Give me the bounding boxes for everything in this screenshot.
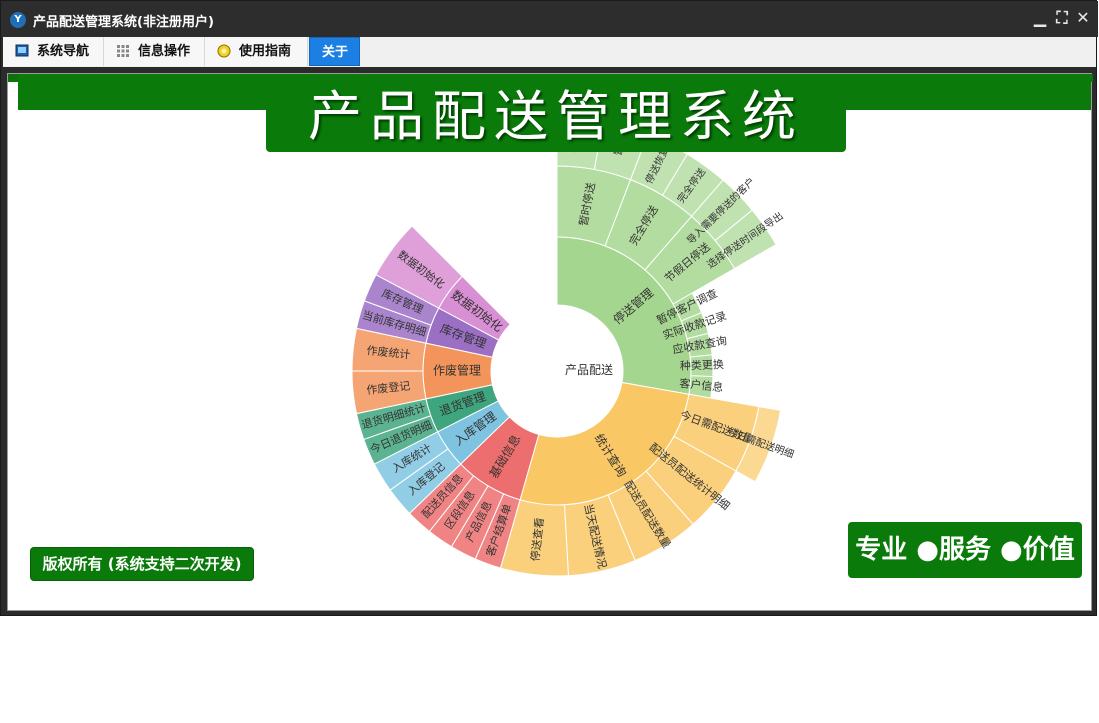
menu-user-guide[interactable]: 使用指南 <box>205 37 308 66</box>
menu-bar: 系统导航 信息操作 使用指南 关于 <box>3 37 1096 67</box>
menu-label: 关于 <box>322 45 349 60</box>
sunburst-label: 种类更换 <box>680 357 724 373</box>
copyright-label: 版权所有 (系统支持二次开发) <box>30 547 254 581</box>
app-window: Y 产品配送管理系统(非注册用户) ▁ ⛶ ✕ 系统导航 信息操作 使用指南 关… <box>0 0 1098 616</box>
menu-label: 信息操作 <box>138 44 191 59</box>
sunburst-root-label: 产品配送 <box>565 362 613 377</box>
banner-title: 产品配送管理系统 <box>266 82 846 152</box>
menu-system-navigation[interactable]: 系统导航 <box>3 37 104 66</box>
monitor-icon <box>15 44 29 57</box>
app-logo-icon: Y <box>10 12 26 28</box>
minimize-button[interactable]: ▁ <box>1031 9 1049 27</box>
help-icon <box>217 44 231 58</box>
motto-label: 专业 ●服务 ●价值 <box>848 522 1082 578</box>
grid-icon <box>117 45 129 57</box>
title-bar: Y 产品配送管理系统(非注册用户) ▁ ⛶ ✕ <box>1 1 1098 37</box>
sunburst-label: 作废管理 <box>433 363 481 378</box>
restore-button[interactable]: ⛶ <box>1053 9 1071 27</box>
close-button[interactable]: ✕ <box>1074 9 1092 27</box>
menu-label: 系统导航 <box>37 44 90 59</box>
menu-about[interactable]: 关于 <box>309 37 360 66</box>
menu-label: 使用指南 <box>239 44 292 59</box>
window-title: 产品配送管理系统(非注册用户) <box>33 15 214 30</box>
about-panel: 产品配送 停送管理 客户信息 种类更换 应收款查询 实际收款记录 暂停客户调查 节假日停送 导入… <box>7 73 1093 611</box>
menu-info-operations[interactable]: 信息操作 <box>104 37 205 66</box>
